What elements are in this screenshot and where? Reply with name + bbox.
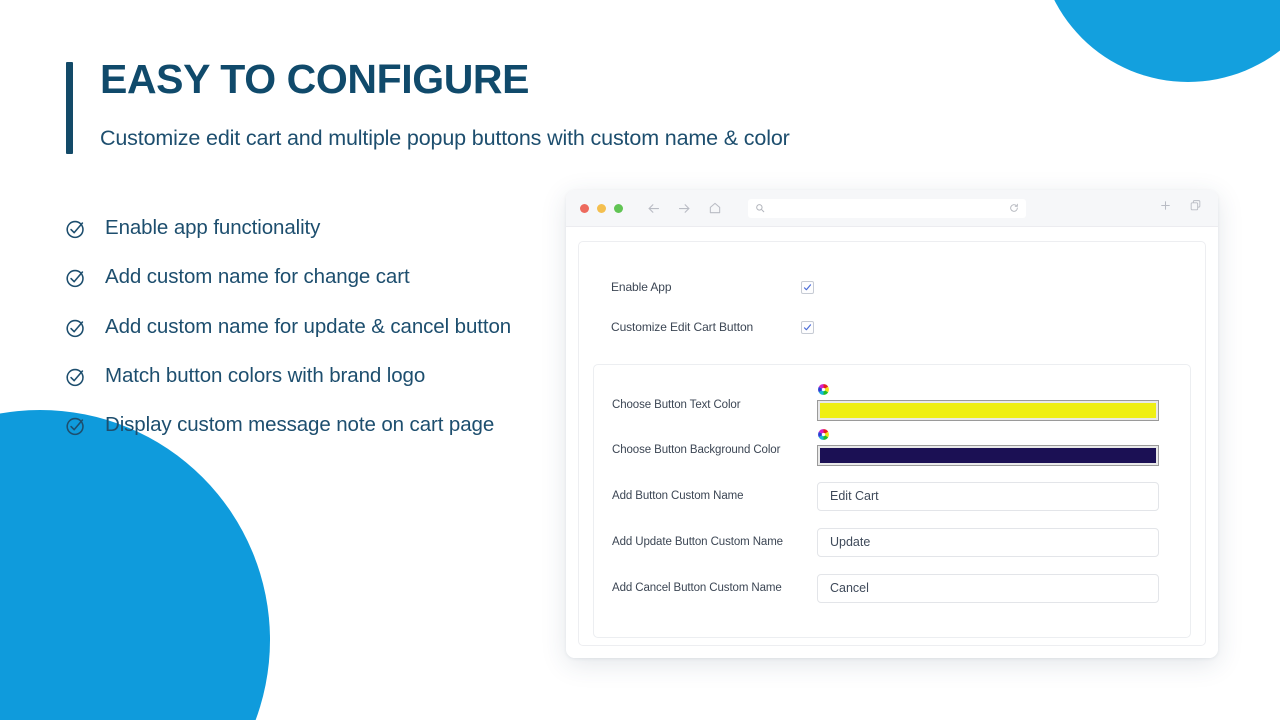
color-wheel-icon[interactable] — [817, 428, 830, 441]
title-accent-bar — [66, 62, 73, 154]
button-background-color-picker[interactable] — [817, 445, 1159, 466]
color-wheel-icon[interactable] — [817, 383, 830, 396]
settings-page: Enable App Customize Edit Cart Button Ch… — [578, 241, 1206, 646]
page-title: EASY TO CONFIGURE — [100, 56, 530, 102]
input-value: Edit Cart — [830, 489, 879, 503]
list-item: Display custom message note on cart page — [65, 411, 565, 438]
setting-row-cancel-button-custom-name: Add Cancel Button Custom Name Cancel — [594, 565, 1190, 611]
plus-icon[interactable] — [1159, 199, 1172, 217]
list-item: Enable app functionality — [65, 214, 565, 241]
browser-viewport: Enable App Customize Edit Cart Button Ch… — [566, 227, 1218, 658]
list-item-label: Display custom message note on cart page — [105, 413, 495, 436]
search-icon — [755, 203, 765, 213]
check-circle-icon — [65, 214, 87, 240]
enable-app-checkbox[interactable] — [801, 280, 814, 294]
headline-block: EASY TO CONFIGURE Customize edit cart an… — [66, 56, 790, 154]
window-traffic-lights — [580, 203, 623, 213]
customize-edit-cart-checkbox[interactable] — [801, 320, 814, 334]
setting-row-enable-app: Enable App — [579, 267, 1205, 307]
feature-list: Enable app functionality Add custom name… — [65, 214, 565, 438]
setting-row-button-text-color: Choose Button Text Color — [594, 383, 1190, 421]
input-value: Cancel — [830, 581, 869, 595]
forward-arrow-icon[interactable] — [677, 201, 692, 216]
list-item-label: Add custom name for change cart — [105, 265, 410, 289]
input-value: Update — [830, 535, 871, 549]
back-arrow-icon[interactable] — [646, 201, 661, 216]
decorative-blob-bottom-left — [0, 410, 270, 720]
check-circle-icon — [65, 263, 87, 289]
button-customization-card: Choose Button Text Color Choose Button B… — [593, 364, 1191, 638]
button-background-color-swatch — [820, 448, 1156, 463]
list-item-label: Add custom name for update & cancel butt… — [105, 314, 512, 338]
setting-label: Add Cancel Button Custom Name — [612, 582, 782, 594]
list-item-label: Enable app functionality — [105, 216, 321, 239]
setting-label: Add Update Button Custom Name — [612, 536, 783, 548]
setting-row-update-button-custom-name: Add Update Button Custom Name Update — [594, 519, 1190, 565]
setting-label: Customize Edit Cart Button — [611, 320, 754, 334]
setting-row-customize-edit-cart: Customize Edit Cart Button — [579, 307, 1205, 347]
cancel-button-custom-name-input[interactable]: Cancel — [817, 573, 1159, 603]
close-window-button[interactable] — [580, 203, 589, 213]
setting-row-button-background-color: Choose Button Background Color — [594, 428, 1190, 466]
maximize-window-button[interactable] — [614, 203, 623, 213]
list-item: Match button colors with brand logo — [65, 362, 565, 389]
browser-window-mockup: Enable App Customize Edit Cart Button Ch… — [566, 190, 1218, 658]
button-custom-name-input[interactable]: Edit Cart — [817, 481, 1159, 511]
address-bar[interactable] — [748, 198, 1026, 218]
duplicate-tab-icon[interactable] — [1189, 199, 1202, 217]
home-icon[interactable] — [708, 201, 722, 215]
setting-label: Choose Button Text Color — [612, 399, 741, 411]
browser-toolbar — [566, 190, 1218, 227]
setting-label: Enable App — [611, 280, 672, 294]
decorative-blob-top-right — [1038, 0, 1280, 82]
check-circle-icon — [65, 362, 87, 388]
slide-canvas: EASY TO CONFIGURE Customize edit cart an… — [0, 0, 1280, 720]
check-circle-icon — [65, 313, 87, 339]
button-text-color-picker[interactable] — [817, 400, 1159, 421]
reload-icon[interactable] — [1009, 203, 1019, 213]
list-item-label: Match button colors with brand logo — [105, 363, 426, 387]
button-text-color-swatch — [820, 403, 1156, 418]
update-button-custom-name-input[interactable]: Update — [817, 527, 1159, 557]
list-item: Add custom name for update & cancel butt… — [65, 313, 565, 340]
setting-row-button-custom-name: Add Button Custom Name Edit Cart — [594, 473, 1190, 519]
check-circle-icon — [65, 411, 87, 437]
minimize-window-button[interactable] — [597, 203, 606, 213]
page-subtitle: Customize edit cart and multiple popup b… — [100, 125, 790, 150]
setting-label: Add Button Custom Name — [612, 490, 744, 502]
setting-label: Choose Button Background Color — [612, 444, 781, 456]
list-item: Add custom name for change cart — [65, 263, 565, 290]
